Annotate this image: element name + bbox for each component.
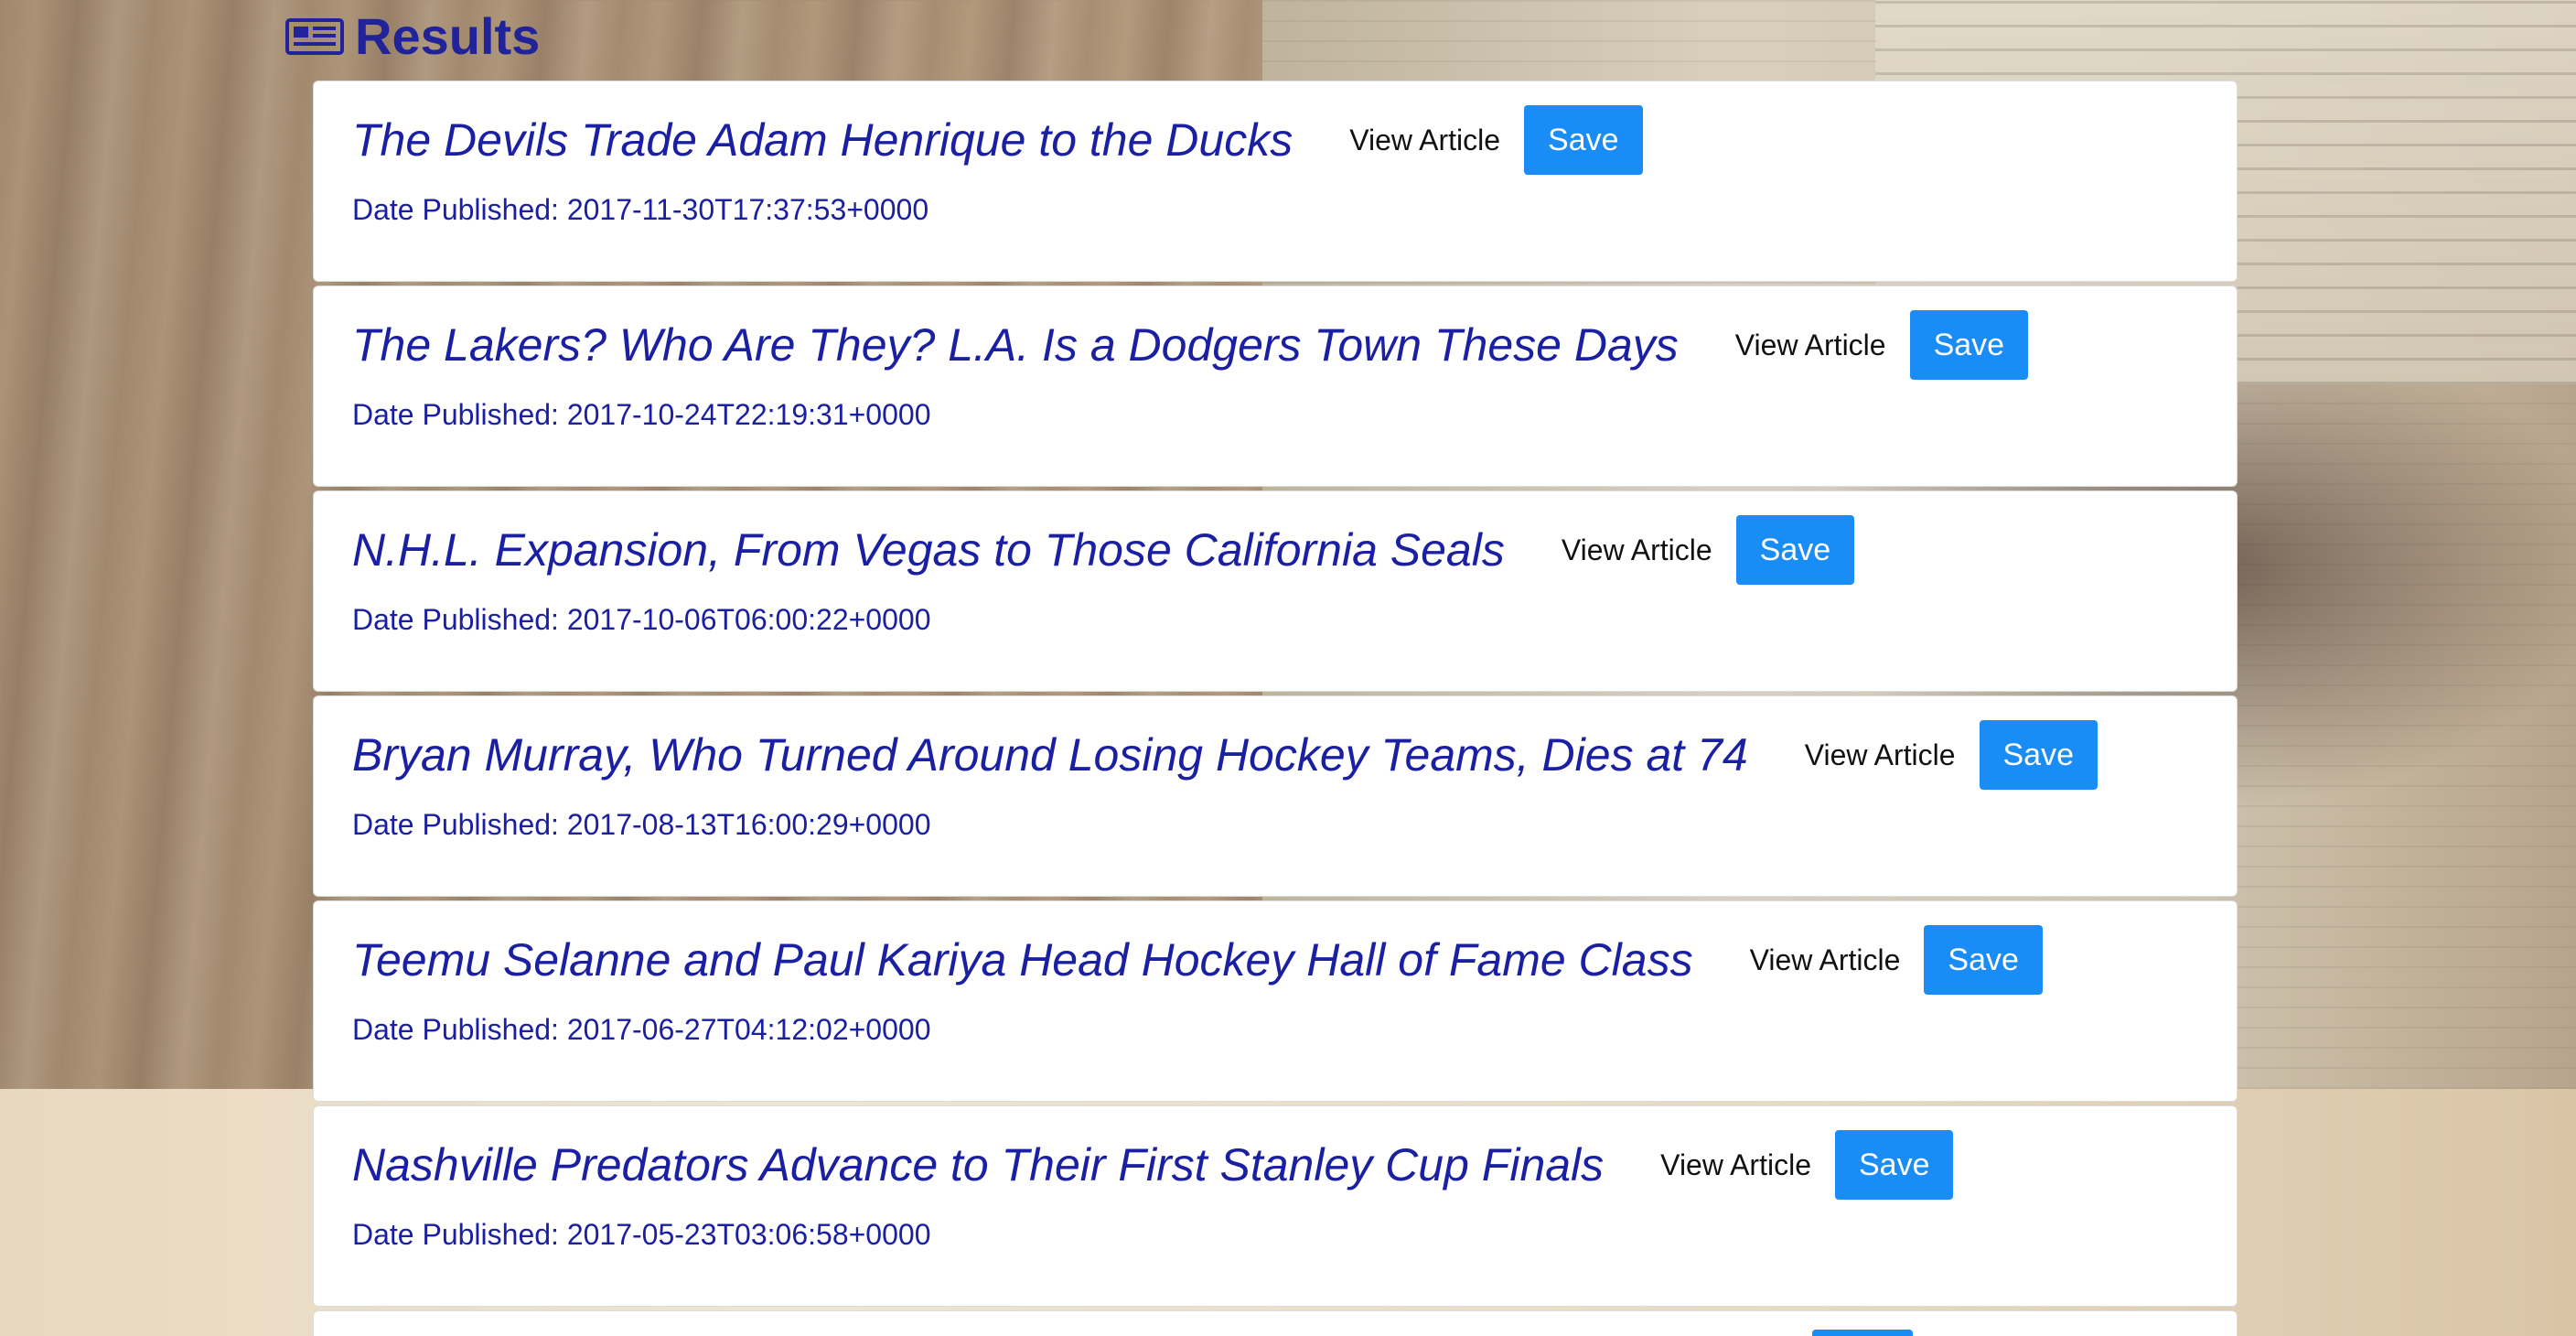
article-title: Bryan Murray, Who Turned Around Losing H…	[352, 729, 1748, 781]
article-title: Teemu Selanne and Paul Kariya Head Hocke…	[352, 934, 1693, 986]
date-published: Date Published: 2017-10-24T22:19:31+0000	[352, 398, 931, 431]
article-card: The Lakers? Who Are They? L.A. Is a Dodg…	[313, 286, 2238, 487]
article-title: The Lakers? Who Are They? L.A. Is a Dodg…	[352, 319, 1679, 371]
save-button[interactable]: Save	[1909, 310, 2029, 380]
view-article-link[interactable]: View Article	[1805, 738, 1956, 772]
page-title: Results	[355, 7, 541, 65]
date-published: Date Published: 2017-06-27T04:12:02+0000	[352, 1013, 931, 1046]
date-published: Date Published: 2017-08-13T16:00:29+0000	[352, 808, 931, 841]
article-title: N.H.L. Expansion, From Vegas to Those Ca…	[352, 524, 1505, 576]
view-article-link[interactable]: View Article	[1562, 533, 1712, 567]
view-article-link[interactable]: View Article	[1735, 329, 1886, 362]
date-published: Date Published: 2017-11-30T17:37:53+0000	[352, 193, 929, 226]
date-published: Date Published: 2017-05-23T03:06:58+0000	[352, 1218, 931, 1251]
results-list: The Devils Trade Adam Henrique to the Du…	[313, 81, 2238, 1336]
date-published: Date Published: 2017-10-06T06:00:22+0000	[352, 603, 931, 636]
save-button[interactable]: Save	[1979, 720, 2098, 790]
article-card: The Devils Trade Adam Henrique to the Du…	[313, 81, 2238, 282]
save-button[interactable]	[1812, 1330, 1913, 1336]
newspaper-icon	[285, 18, 344, 55]
view-article-link[interactable]: View Article	[1660, 1148, 1811, 1182]
results-header: Results	[285, 5, 540, 68]
article-card: N.H.L. Expansion, From Vegas to Those Ca…	[313, 490, 2238, 692]
save-button[interactable]: Save	[1834, 1130, 1954, 1200]
save-button[interactable]: Save	[1735, 515, 1855, 585]
article-title: Nashville Predators Advance to Their Fir…	[352, 1139, 1605, 1191]
view-article-link[interactable]: View Article	[1349, 124, 1500, 157]
save-button[interactable]: Save	[1524, 105, 1643, 175]
article-card: Teemu Selanne and Paul Kariya Head Hocke…	[313, 900, 2238, 1102]
save-button[interactable]: Save	[1924, 925, 2043, 995]
article-card-partial	[313, 1310, 2238, 1336]
article-card: Nashville Predators Advance to Their Fir…	[313, 1105, 2238, 1307]
view-article-link[interactable]: View Article	[1750, 943, 1901, 977]
article-card: Bryan Murray, Who Turned Around Losing H…	[313, 695, 2238, 897]
article-title: The Devils Trade Adam Henrique to the Du…	[352, 114, 1293, 166]
